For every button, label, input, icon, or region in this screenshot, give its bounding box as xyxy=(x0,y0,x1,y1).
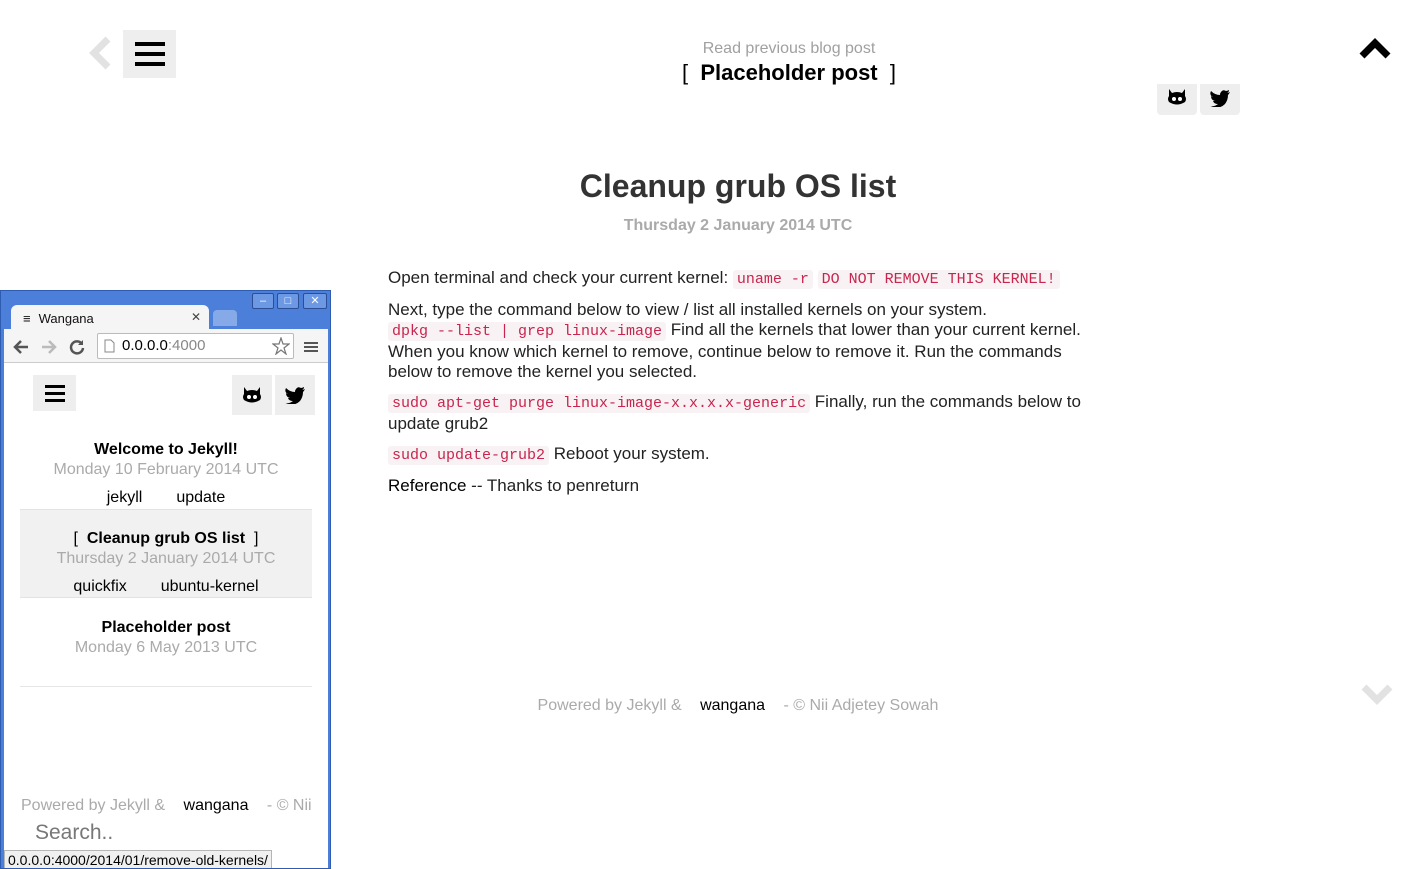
paragraph-4: sudo update-grub2 Reboot your system. xyxy=(388,444,1088,466)
reference-link[interactable]: Reference xyxy=(388,476,466,495)
post-item-date: Monday 10 February 2014 UTC xyxy=(53,461,279,478)
post-list-item[interactable]: Placeholder post Monday 6 May 2013 UTC xyxy=(20,619,312,657)
code-update-grub: sudo update-grub2 xyxy=(388,446,550,465)
wangana-link[interactable]: wangana xyxy=(184,797,249,814)
text: -- Thanks to penreturn xyxy=(466,476,640,495)
previous-post-label: Read previous blog post xyxy=(702,40,876,57)
post-item-tags: quickfix ubuntu-kernel xyxy=(20,578,312,596)
paragraph-5: Reference -- Thanks to penreturn xyxy=(388,476,1088,496)
github-button[interactable] xyxy=(1157,84,1197,115)
post-item-title[interactable]: Placeholder post xyxy=(20,619,312,637)
mobile-github-button[interactable] xyxy=(232,375,272,415)
github-icon xyxy=(243,387,261,403)
post-date: Thursday 2 January 2014 UTC xyxy=(623,217,853,234)
chrome-menu-icon[interactable] xyxy=(302,338,320,356)
text: Open terminal and check your current ker… xyxy=(388,268,733,287)
new-tab-button[interactable] xyxy=(213,310,237,326)
tag[interactable]: jekyll xyxy=(107,489,143,506)
reload-icon[interactable] xyxy=(68,338,86,356)
browser-viewport: Welcome to Jekyll! Monday 10 February 20… xyxy=(4,363,328,868)
page-footer: Powered by Jekyll & wangana - © Nii Adje… xyxy=(388,697,1088,715)
github-icon xyxy=(1168,89,1186,105)
code-dpkg: dpkg --list | grep linux-image xyxy=(388,322,667,341)
wangana-link[interactable]: wangana xyxy=(700,697,765,714)
post-item-date: Monday 6 May 2013 UTC xyxy=(74,639,258,656)
tag[interactable]: quickfix xyxy=(73,578,126,595)
post-content: Open terminal and check your current ker… xyxy=(388,268,1088,506)
post-item-title[interactable]: Welcome to Jekyll! xyxy=(20,441,312,459)
code-purge: sudo apt-get purge linux-image-x.x.x.x-g… xyxy=(388,394,811,413)
paragraph-3: sudo apt-get purge linux-image-x.x.x.x-g… xyxy=(388,392,1088,434)
bracket-open: [ xyxy=(682,60,689,85)
bracket-open: [ xyxy=(73,530,78,547)
post-list-item-active[interactable]: [ Cleanup grub OS list ] Thursday 2 Janu… xyxy=(20,509,312,598)
post-title: Cleanup grub OS list xyxy=(579,168,897,204)
forward-arrow-icon[interactable] xyxy=(40,338,58,356)
code-warning: DO NOT REMOVE THIS KERNEL! xyxy=(817,270,1060,289)
previous-post-nav: Read previous blog post [ Placeholder po… xyxy=(560,40,1018,86)
bracket-close: ] xyxy=(889,60,896,85)
minimize-button[interactable]: – xyxy=(252,293,274,309)
previous-post-link[interactable]: [ Placeholder post ] xyxy=(682,60,896,86)
paragraph-2: Next, type the command below to view / l… xyxy=(388,300,1088,382)
chevron-left-icon[interactable] xyxy=(88,36,114,70)
tab-menu-icon: ≡ xyxy=(23,310,31,326)
tab-close-icon[interactable]: ✕ xyxy=(191,310,201,324)
browser-tab[interactable]: ≡ Wangana ✕ xyxy=(11,305,209,331)
post-item-tags: jekyll update xyxy=(20,489,312,507)
address-port: :4000 xyxy=(167,337,206,354)
mobile-menu-button[interactable] xyxy=(33,375,76,411)
tag[interactable]: ubuntu-kernel xyxy=(161,578,259,595)
bracket-close: ] xyxy=(254,530,259,547)
tab-title: Wangana xyxy=(38,310,94,326)
previous-post-title: Placeholder post xyxy=(700,60,878,85)
divider xyxy=(20,686,312,687)
code-uname: uname -r xyxy=(732,270,813,289)
mini-browser-window: – □ ✕ ≡ Wangana ✕ 0.0.0.0:4000 Welcome t… xyxy=(0,290,331,869)
twitter-icon xyxy=(285,386,305,404)
browser-toolbar: 0.0.0.0:4000 xyxy=(4,329,328,363)
search-input[interactable] xyxy=(35,821,295,845)
footer-copyright: - © Nii xyxy=(266,797,312,814)
chevron-up-icon[interactable] xyxy=(1358,34,1392,62)
post-item-title-text: Cleanup grub OS list xyxy=(86,530,246,547)
maximize-button[interactable]: □ xyxy=(277,293,299,309)
footer-powered: Powered by Jekyll & xyxy=(21,797,166,814)
mobile-twitter-button[interactable] xyxy=(275,375,315,415)
star-icon[interactable] xyxy=(272,337,290,355)
post-item-title[interactable]: [ Cleanup grub OS list ] xyxy=(20,530,312,548)
text: Reboot your system. xyxy=(549,444,710,463)
mobile-footer: Powered by Jekyll & wangana - © Nii xyxy=(21,797,312,815)
page-icon xyxy=(104,339,115,353)
status-bar-url: 0.0.0.0:4000/2014/01/remove-old-kernels/ xyxy=(4,850,272,868)
post-list-item[interactable]: Welcome to Jekyll! Monday 10 February 20… xyxy=(20,441,312,507)
hamburger-menu-icon xyxy=(134,42,165,66)
chevron-down-icon[interactable] xyxy=(1360,682,1394,706)
twitter-button[interactable] xyxy=(1200,84,1240,115)
close-window-button[interactable]: ✕ xyxy=(303,293,327,309)
address-host: 0.0.0.0 xyxy=(122,337,168,354)
post-item-date: Thursday 2 January 2014 UTC xyxy=(56,550,276,567)
footer-powered: Powered by Jekyll & xyxy=(537,697,682,714)
menu-button[interactable] xyxy=(123,30,176,78)
back-arrow-icon[interactable] xyxy=(12,338,30,356)
paragraph-1: Open terminal and check your current ker… xyxy=(388,268,1088,290)
twitter-icon xyxy=(1210,90,1230,107)
hamburger-menu-icon xyxy=(44,384,65,402)
footer-copyright: - © Nii Adjetey Sowah xyxy=(783,697,939,714)
tag[interactable]: update xyxy=(176,489,225,506)
address-bar[interactable]: 0.0.0.0:4000 xyxy=(97,333,294,359)
text: Next, type the command below to view / l… xyxy=(388,300,988,319)
